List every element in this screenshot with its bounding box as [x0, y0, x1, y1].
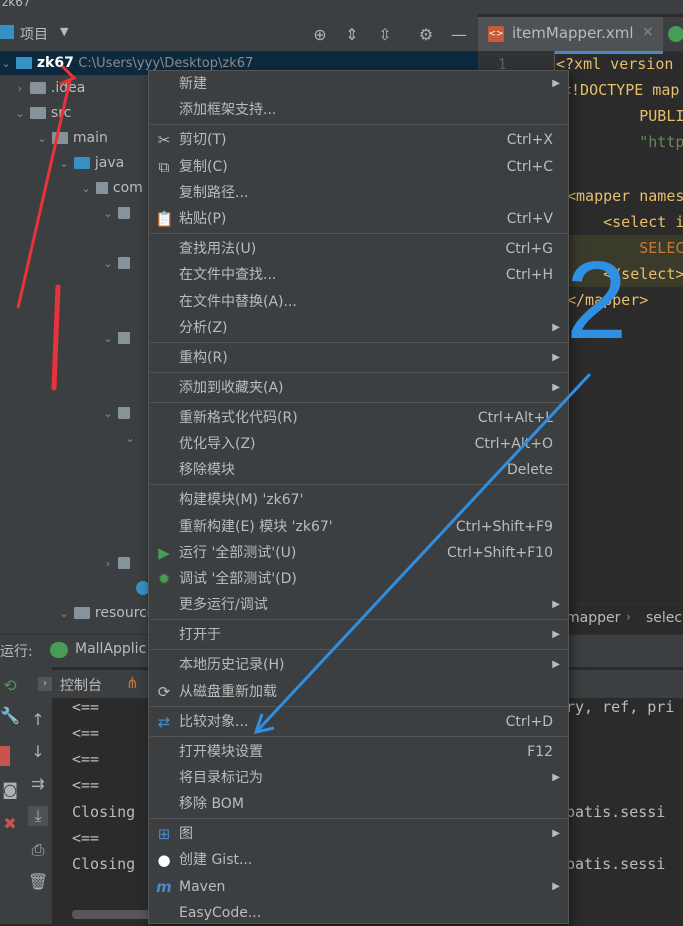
- red-mark-annotation: [51, 284, 61, 391]
- red-arrowhead-annotation: [59, 64, 77, 86]
- blue-arrow-annotation: [256, 372, 592, 732]
- number-annotation: 2: [566, 239, 627, 362]
- red-arrow-annotation: [16, 79, 72, 309]
- annotation-layer: 2: [16, 64, 627, 735]
